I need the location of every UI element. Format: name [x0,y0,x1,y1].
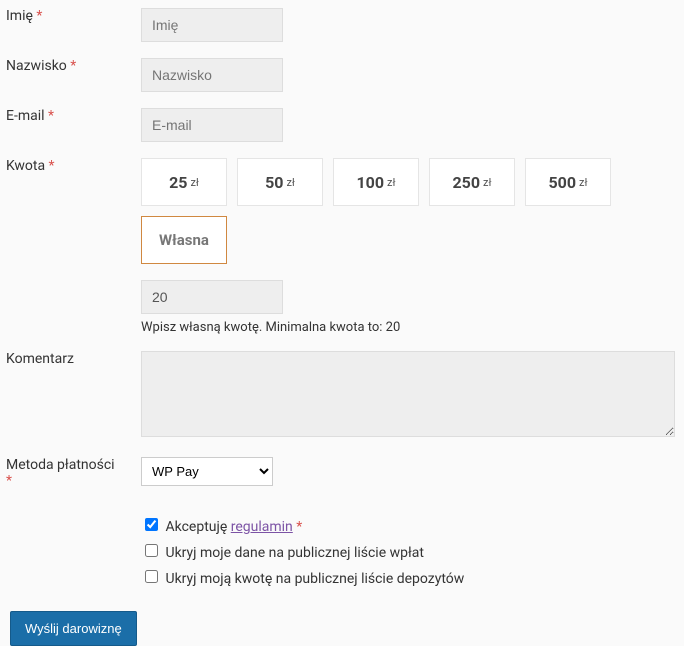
amount-option-50[interactable]: 50zł [237,158,323,206]
email-input[interactable] [141,108,283,142]
amount-option-100[interactable]: 100zł [333,158,419,206]
accept-terms-row: Akceptuję regulamin * [141,515,678,535]
amount-option-25[interactable]: 25zł [141,158,227,206]
lastname-input[interactable] [141,58,283,92]
donation-form: Imię * Nazwisko * E-mail * Kwota * 25zł5… [0,0,684,601]
label-amount: Kwota * [0,150,135,343]
submit-button[interactable]: Wyślij darowiznę [10,611,137,646]
accept-terms-text: Akceptuję [165,519,230,535]
amount-helper: Wpisz własną kwotę. Minimalna kwota to: … [141,320,678,335]
hide-name-text: Ukryj moje dane na publicznej liście wpł… [165,545,423,561]
label-lastname: Nazwisko * [0,50,135,100]
amount-options: 25zł50zł100zł250zł500zł [141,158,678,206]
hide-name-row: Ukryj moje dane na publicznej liście wpł… [141,541,678,561]
label-email: E-mail * [0,100,135,150]
accept-terms-checkbox[interactable] [145,518,158,531]
comment-textarea[interactable] [141,351,675,437]
terms-link[interactable]: regulamin [231,519,293,535]
custom-amount-input[interactable] [141,280,283,314]
amount-option-500[interactable]: 500zł [525,158,611,206]
label-comment: Komentarz [0,343,135,449]
amount-custom-button[interactable]: Własna [141,216,227,264]
label-firstname: Imię * [0,0,135,50]
hide-name-checkbox[interactable] [145,544,158,557]
payment-method-select[interactable]: WP Pay [141,457,273,486]
hide-amount-text: Ukryj moją kwotę na publicznej liście de… [165,571,464,587]
hide-amount-checkbox[interactable] [145,570,158,583]
hide-amount-row: Ukryj moją kwotę na publicznej liście de… [141,567,678,587]
amount-option-250[interactable]: 250zł [429,158,515,206]
firstname-input[interactable] [141,8,283,42]
label-payment-method: Metoda płatności* [0,449,135,497]
